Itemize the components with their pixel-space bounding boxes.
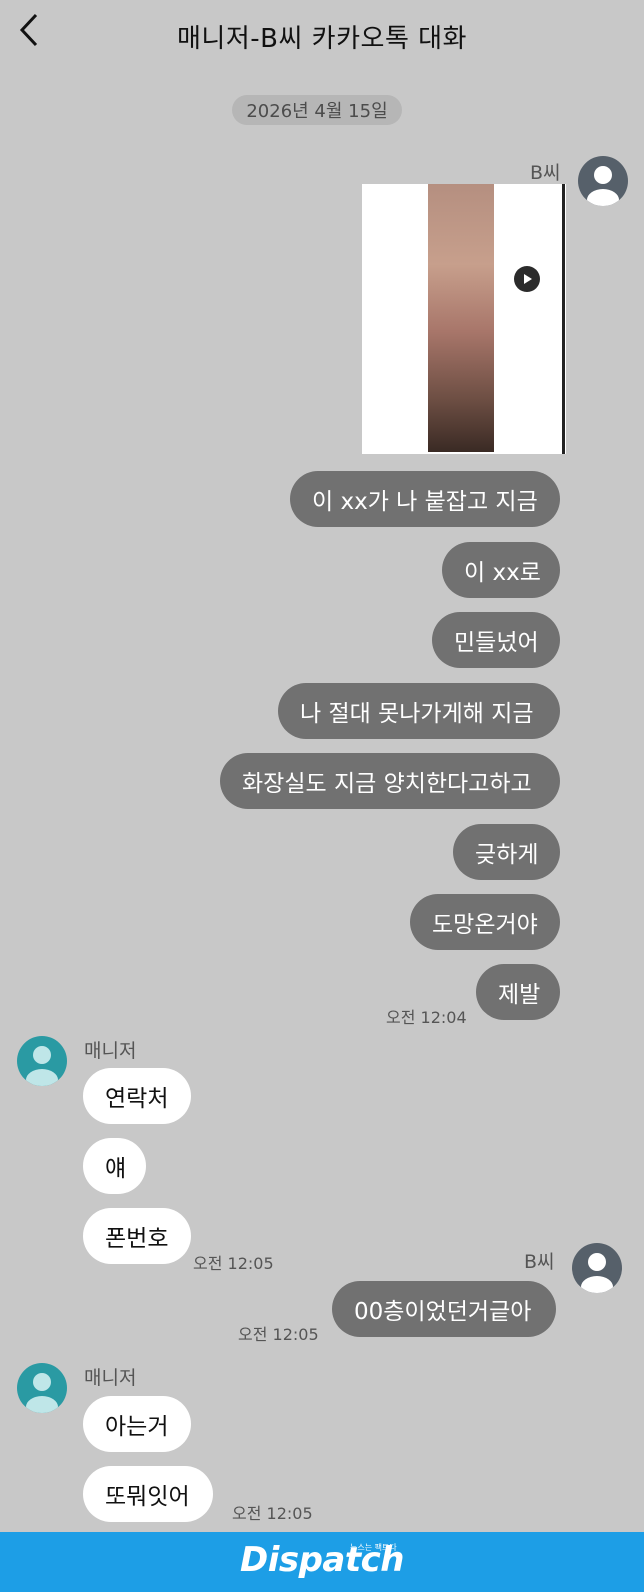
- sender-name: B씨: [524, 1251, 555, 1273]
- b-avatar[interactable]: [572, 1243, 622, 1293]
- message-bubble[interactable]: 폰번호: [83, 1208, 191, 1264]
- message-bubble[interactable]: 이 xx가 나 붙잡고 지금: [290, 471, 560, 527]
- sender-name: B씨: [530, 162, 561, 184]
- dispatch-logo: Dispatch: [239, 1540, 405, 1580]
- message-bubble[interactable]: 도망온거야: [410, 894, 560, 950]
- message-bubble[interactable]: 아는거: [83, 1396, 191, 1452]
- user-icon: [578, 156, 628, 206]
- message-bubble[interactable]: 또뭐잇어: [83, 1466, 213, 1522]
- manager-avatar[interactable]: [17, 1363, 67, 1413]
- message-bubble[interactable]: 화장실도 지금 양치한다고하고: [220, 753, 560, 809]
- dispatch-footer: Dispatch 뉴스는 팩트다: [0, 1532, 644, 1592]
- timestamp: 오전 12:05: [238, 1325, 319, 1344]
- user-icon: [17, 1363, 67, 1413]
- user-icon: [17, 1036, 67, 1086]
- timestamp: 오전 12:05: [193, 1254, 274, 1273]
- chat-header: 매니저-B씨 카카오톡 대화: [0, 0, 644, 80]
- message-bubble[interactable]: 이 xx로: [442, 542, 560, 598]
- message-bubble[interactable]: 긎하게: [453, 824, 560, 880]
- message-bubble[interactable]: 나 절대 못나가게해 지금: [278, 683, 560, 739]
- b-avatar[interactable]: [578, 156, 628, 206]
- message-bubble[interactable]: 민들넜어: [432, 612, 560, 668]
- message-bubble[interactable]: 제발: [476, 964, 560, 1020]
- manager-avatar[interactable]: [17, 1036, 67, 1086]
- message-bubble[interactable]: 00층이었던거긑아: [332, 1281, 556, 1337]
- timestamp: 오전 12:05: [232, 1504, 313, 1523]
- play-icon: [524, 274, 532, 284]
- date-divider: 2026년 4월 15일: [232, 95, 402, 125]
- divider: [562, 184, 565, 454]
- logo-tagline: 뉴스는 팩트다: [350, 1543, 397, 1552]
- message-bubble[interactable]: 연락처: [83, 1068, 191, 1124]
- sender-name: 매니저: [84, 1040, 137, 1062]
- chat-title: 매니저-B씨 카카오톡 대화: [177, 24, 467, 54]
- video-thumbnail: 0:05: [428, 184, 540, 452]
- timestamp: 오전 12:04: [386, 1008, 467, 1027]
- video-duration: 0:05: [517, 296, 539, 306]
- user-icon: [572, 1243, 622, 1293]
- sender-name: 매니저: [84, 1367, 137, 1389]
- message-bubble[interactable]: 얘: [83, 1138, 146, 1194]
- play-button[interactable]: [514, 266, 540, 292]
- video-attachment[interactable]: 0:05: [362, 184, 566, 454]
